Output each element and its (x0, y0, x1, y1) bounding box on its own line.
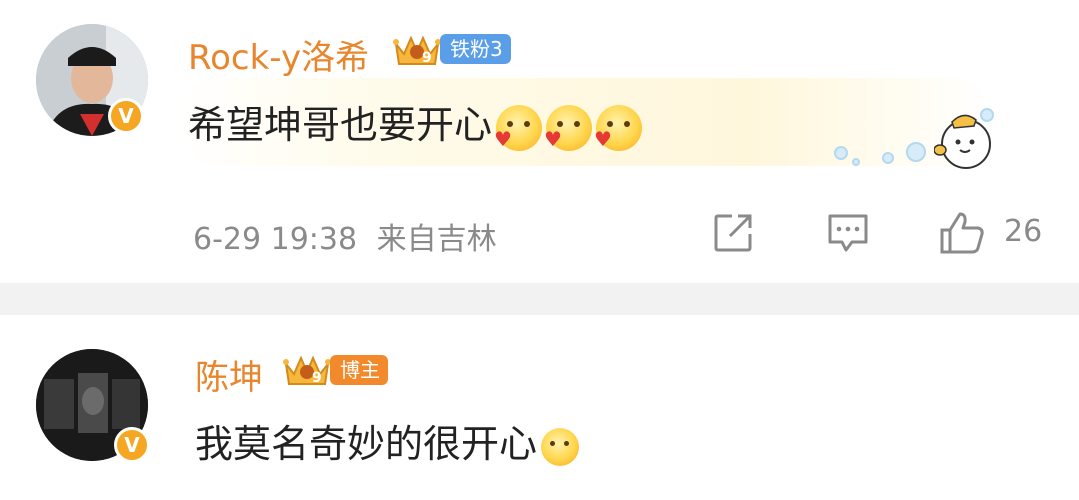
fan-badge[interactable]: 博主 (330, 355, 388, 385)
shy-heart-emoji: ♥ (494, 104, 543, 151)
like-icon[interactable] (938, 210, 986, 256)
crown-level: 9 (312, 370, 322, 386)
comment-text-content: 希望坤哥也要开心 (188, 103, 493, 147)
bubble-dot (852, 158, 860, 166)
giggle-emoji (541, 427, 580, 466)
comment-text-content: 我莫名奇妙的很开心 (195, 422, 538, 466)
location: 来自吉林 (376, 222, 497, 257)
username[interactable]: Rock-y洛希 (188, 30, 369, 79)
verified-badge-icon: V (108, 98, 144, 134)
username[interactable]: 陈坤 (195, 350, 263, 399)
share-icon[interactable] (712, 210, 756, 254)
like-count: 26 (1004, 214, 1043, 249)
bubble-dot (882, 152, 894, 164)
bubble-dot (834, 146, 848, 160)
fan-badge[interactable]: 铁粉3 (440, 34, 511, 64)
comment-text: 我莫名奇妙的很开心 (195, 413, 580, 468)
comment-text: 希望坤哥也要开心 ♥ ♥ ♥ (188, 94, 643, 151)
comment-meta: 6-29 19:38 来自吉林 (193, 214, 497, 258)
duckling-mascot-icon (934, 114, 991, 169)
timestamp: 6-29 19:38 (193, 222, 358, 257)
shy-heart-emoji: ♥ (594, 104, 643, 151)
shy-heart-emoji: ♥ (544, 104, 593, 151)
comment-icon[interactable] (826, 210, 870, 254)
crown-icon (283, 355, 331, 385)
comment-separator (0, 283, 1079, 315)
crown-level: 9 (422, 50, 432, 66)
comment-item: V Rock-y洛希 9 铁粉3 希望坤哥也要开心 ♥ ♥ ♥ 6-29 19:38 … (0, 0, 1079, 283)
crown-icon (393, 35, 441, 65)
bubble-dot (906, 142, 926, 162)
comment-item (0, 315, 1079, 500)
verified-badge-icon: V (114, 427, 150, 463)
